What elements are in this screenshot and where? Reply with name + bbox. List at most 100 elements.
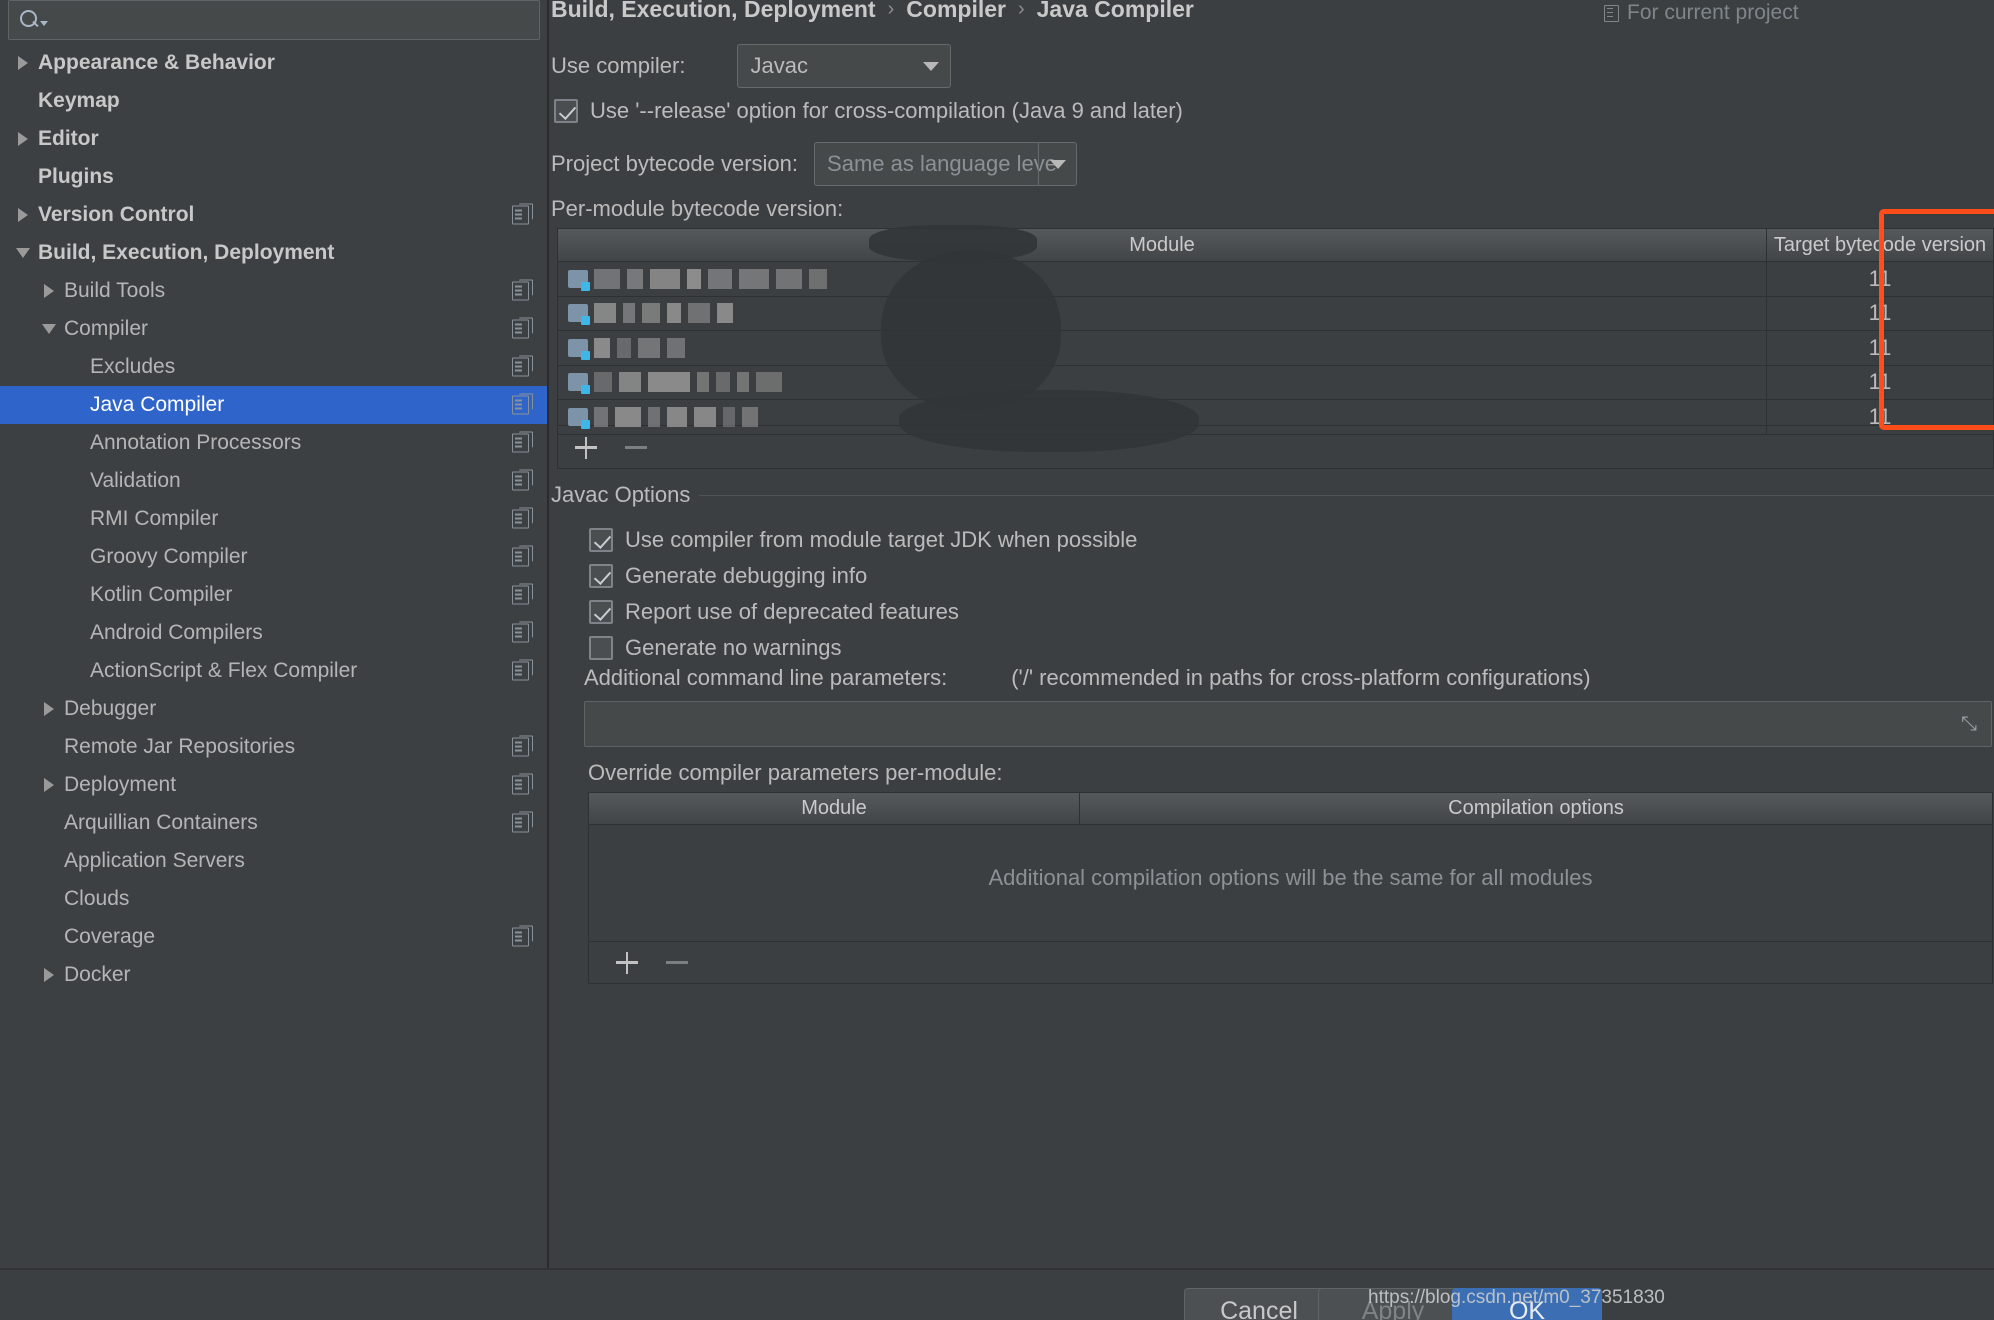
override-column-header-module[interactable]: Module [589,793,1080,824]
sidebar-item-coverage[interactable]: Coverage [0,918,547,956]
module-name-cell[interactable] [558,262,1767,296]
sidebar-item-rmi-compiler[interactable]: RMI Compiler [0,500,547,538]
redaction-block [737,372,749,392]
sidebar-item-plugins[interactable]: Plugins [0,158,547,196]
cancel-button[interactable]: Cancel [1184,1288,1334,1320]
add-override-button[interactable] [615,951,639,975]
target-bytecode-version-cell[interactable]: 11 [1767,262,1993,296]
target-bytecode-version-cell[interactable]: 11 [1767,331,1993,365]
chevron-right-icon[interactable] [10,196,36,234]
search-box[interactable] [8,0,540,40]
release-option-checkbox-row[interactable]: Use '--release' option for cross-compila… [554,98,1183,124]
remove-override-button[interactable] [665,951,689,975]
javac-option-checkbox[interactable] [589,636,613,660]
redaction-block [723,407,735,427]
sidebar-item-annotation-processors[interactable]: Annotation Processors [0,424,547,462]
sidebar-item-groovy-compiler[interactable]: Groovy Compiler [0,538,547,576]
breadcrumb-separator: › [1018,0,1025,21]
javac-option-row[interactable]: Report use of deprecated features [589,594,1137,630]
sidebar-item-debugger[interactable]: Debugger [0,690,547,728]
module-name-cell[interactable] [558,297,1767,331]
target-bytecode-version-cell[interactable]: 11 [1767,297,1993,331]
override-title-row: Override compiler parameters per-module: [588,760,1003,786]
project-bytecode-value: Same as language leve [815,151,1057,177]
chevron-right-icon[interactable] [36,272,62,310]
table-row[interactable]: 11 [558,297,1993,332]
override-column-header-compilation-options[interactable]: Compilation options [1080,793,1992,824]
sidebar-item-java-compiler[interactable]: Java Compiler [0,386,547,424]
project-scope-icon [512,928,529,947]
javac-option-checkbox[interactable] [589,528,613,552]
chevron-right-icon[interactable] [10,44,36,82]
add-module-button[interactable] [574,436,598,460]
sidebar-item-validation[interactable]: Validation [0,462,547,500]
javac-option-checkbox[interactable] [589,564,613,588]
table-row[interactable]: 11 [558,331,1993,366]
sidebar-item-kotlin-compiler[interactable]: Kotlin Compiler [0,576,547,614]
breadcrumb-item-1[interactable]: Compiler [906,0,1006,23]
use-compiler-select[interactable]: Javac [737,44,951,88]
module-icon [568,373,588,391]
sidebar-item-remote-jar-repositories[interactable]: Remote Jar Repositories [0,728,547,766]
table-row[interactable]: 11 [558,366,1993,401]
chevron-down-icon[interactable] [10,234,36,272]
sidebar-item-android-compilers[interactable]: Android Compilers [0,614,547,652]
redaction-block [667,407,687,427]
target-bytecode-version-cell[interactable]: 11 [1767,366,1993,400]
redaction-block [638,338,660,358]
sidebar-item-actionscript-flex-compiler[interactable]: ActionScript & Flex Compiler [0,652,547,690]
remove-module-button[interactable] [624,436,648,460]
redaction-block [809,269,827,289]
redaction-block [594,407,608,427]
expand-icon[interactable]: ⤡ [1961,713,1983,735]
project-scope-icon [512,282,529,301]
sidebar-item-arquillian-containers[interactable]: Arquillian Containers [0,804,547,842]
sidebar-item-excludes[interactable]: Excludes [0,348,547,386]
redaction-block [697,372,709,392]
chevron-down-icon[interactable] [36,310,62,348]
module-name-cell[interactable] [558,331,1767,365]
redaction-block [756,372,782,392]
sidebar-item-build-tools[interactable]: Build Tools [0,272,547,310]
chevron-right-icon[interactable] [10,120,36,158]
sidebar-item-clouds[interactable]: Clouds [0,880,547,918]
chevron-down-icon[interactable] [40,21,48,26]
chevron-right-icon[interactable] [36,766,62,804]
javac-option-row[interactable]: Generate no warnings [589,630,1137,666]
column-header-module[interactable]: Module [558,229,1767,261]
section-divider [699,495,1994,496]
override-compiler-parameters-table[interactable]: Module Compilation options Additional co… [588,792,1993,942]
redaction-block [687,269,701,289]
release-option-checkbox[interactable] [554,99,578,123]
sidebar-item-build-execution-deployment[interactable]: Build, Execution, Deployment [0,234,547,272]
sidebar-item-label: Deployment [62,773,176,797]
sidebar-item-application-servers[interactable]: Application Servers [0,842,547,880]
table-row[interactable]: 11 [558,262,1993,297]
tree-spacer [62,424,88,462]
breadcrumb-item-0[interactable]: Build, Execution, Deployment [551,0,876,23]
chevron-down-icon[interactable] [1038,143,1076,185]
sidebar-item-compiler[interactable]: Compiler [0,310,547,348]
redaction-block [594,303,616,323]
javac-option-checkbox[interactable] [589,600,613,624]
column-header-target-bytecode-version[interactable]: Target bytecode version [1767,229,1993,261]
chevron-down-icon[interactable] [912,45,950,87]
sidebar-item-keymap[interactable]: Keymap [0,82,547,120]
redaction-block [667,338,685,358]
chevron-right-icon[interactable] [36,690,62,728]
chevron-right-icon[interactable] [36,956,62,994]
module-name-cell[interactable] [558,366,1767,400]
sidebar-item-docker[interactable]: Docker [0,956,547,994]
sidebar-item-appearance-behavior[interactable]: Appearance & Behavior [0,44,547,82]
per-module-bytecode-table[interactable]: Module Target bytecode version 11 11 11 11 1… [557,228,1994,426]
additional-params-input[interactable]: ⤡ [584,701,1992,747]
sidebar-item-version-control[interactable]: Version Control [0,196,547,234]
project-bytecode-select[interactable]: Same as language leve [814,142,1077,186]
javac-option-row[interactable]: Generate debugging info [589,558,1137,594]
project-scope-icon [512,548,529,567]
sidebar-item-editor[interactable]: Editor [0,120,547,158]
tree-spacer [62,614,88,652]
search-input[interactable] [48,9,539,32]
sidebar-item-deployment[interactable]: Deployment [0,766,547,804]
javac-option-row[interactable]: Use compiler from module target JDK when… [589,522,1137,558]
